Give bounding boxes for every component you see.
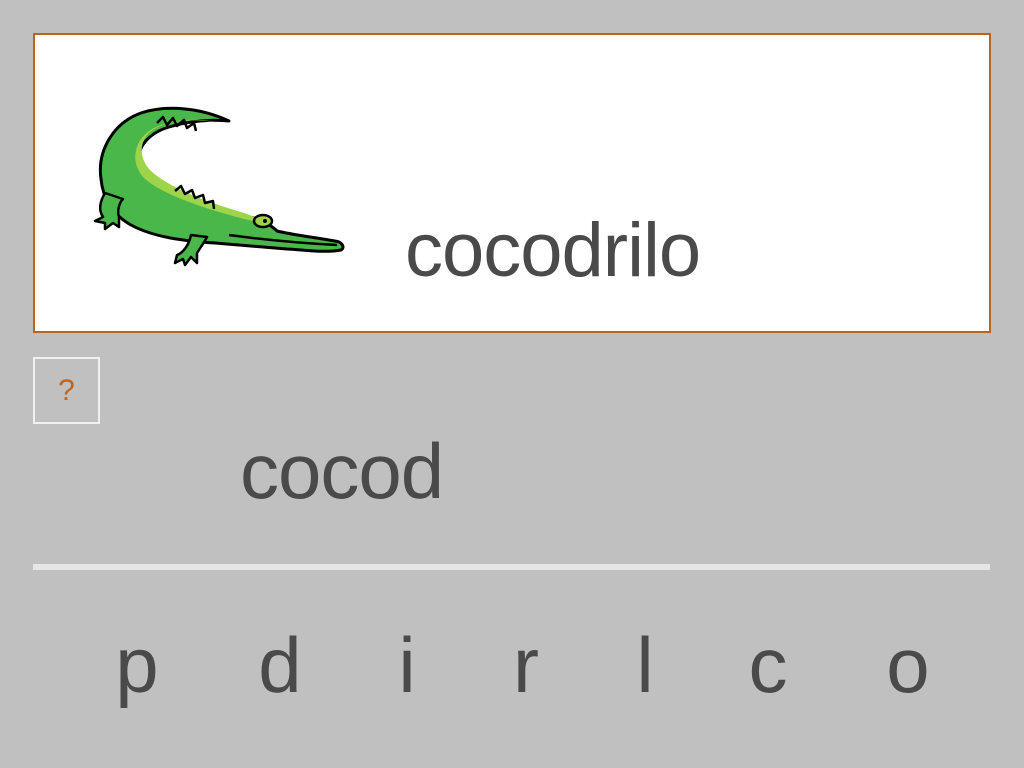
letter-tile[interactable]: o: [868, 626, 948, 704]
divider: [33, 564, 990, 570]
letter-tile[interactable]: i: [367, 626, 447, 704]
word-card: cocodrilo: [33, 33, 991, 333]
letter-tile[interactable]: l: [605, 626, 685, 704]
typed-answer: cocod: [240, 427, 444, 515]
target-word: cocodrilo: [405, 208, 701, 293]
hint-button[interactable]: ?: [33, 357, 100, 424]
hint-label: ?: [58, 373, 75, 407]
letter-tile[interactable]: r: [486, 626, 566, 704]
letter-tile[interactable]: d: [240, 626, 320, 704]
crocodile-icon: [93, 106, 345, 267]
letter-tile[interactable]: p: [97, 626, 177, 704]
letter-tile[interactable]: c: [728, 626, 808, 704]
